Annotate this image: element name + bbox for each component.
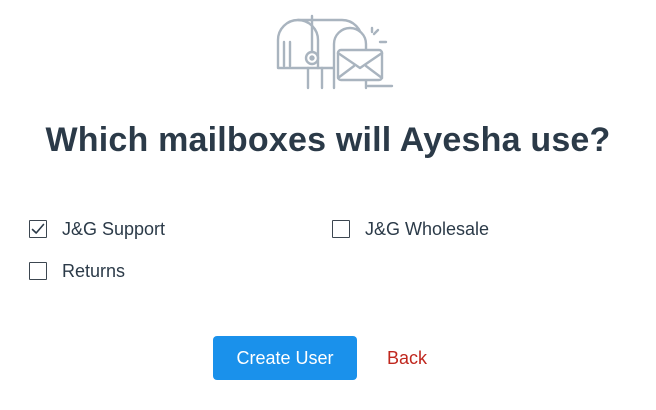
mailbox-option-label: J&G Wholesale <box>365 218 490 239</box>
mailbox-option-label: J&G Support <box>62 218 166 239</box>
back-link[interactable]: Back <box>387 336 427 380</box>
checkmark-icon <box>31 223 45 234</box>
mailbox-option-label: Returns <box>62 260 126 281</box>
mailbox-option-jg-wholesale[interactable]: J&G Wholesale <box>332 217 489 241</box>
create-user-button[interactable]: Create User <box>213 336 357 380</box>
checkbox-unchecked[interactable] <box>29 262 47 280</box>
page-title: Which mailboxes will Ayesha use? <box>45 121 611 159</box>
checkbox-unchecked[interactable] <box>332 220 350 238</box>
mailbox-illustration-icon <box>268 12 396 92</box>
add-user-mailboxes-step: Which mailboxes will Ayesha use? J&G Sup… <box>0 0 656 410</box>
mailbox-option-jg-support[interactable]: J&G Support <box>29 217 165 241</box>
mailbox-option-returns[interactable]: Returns <box>29 259 125 283</box>
checkbox-checked[interactable] <box>29 220 47 238</box>
